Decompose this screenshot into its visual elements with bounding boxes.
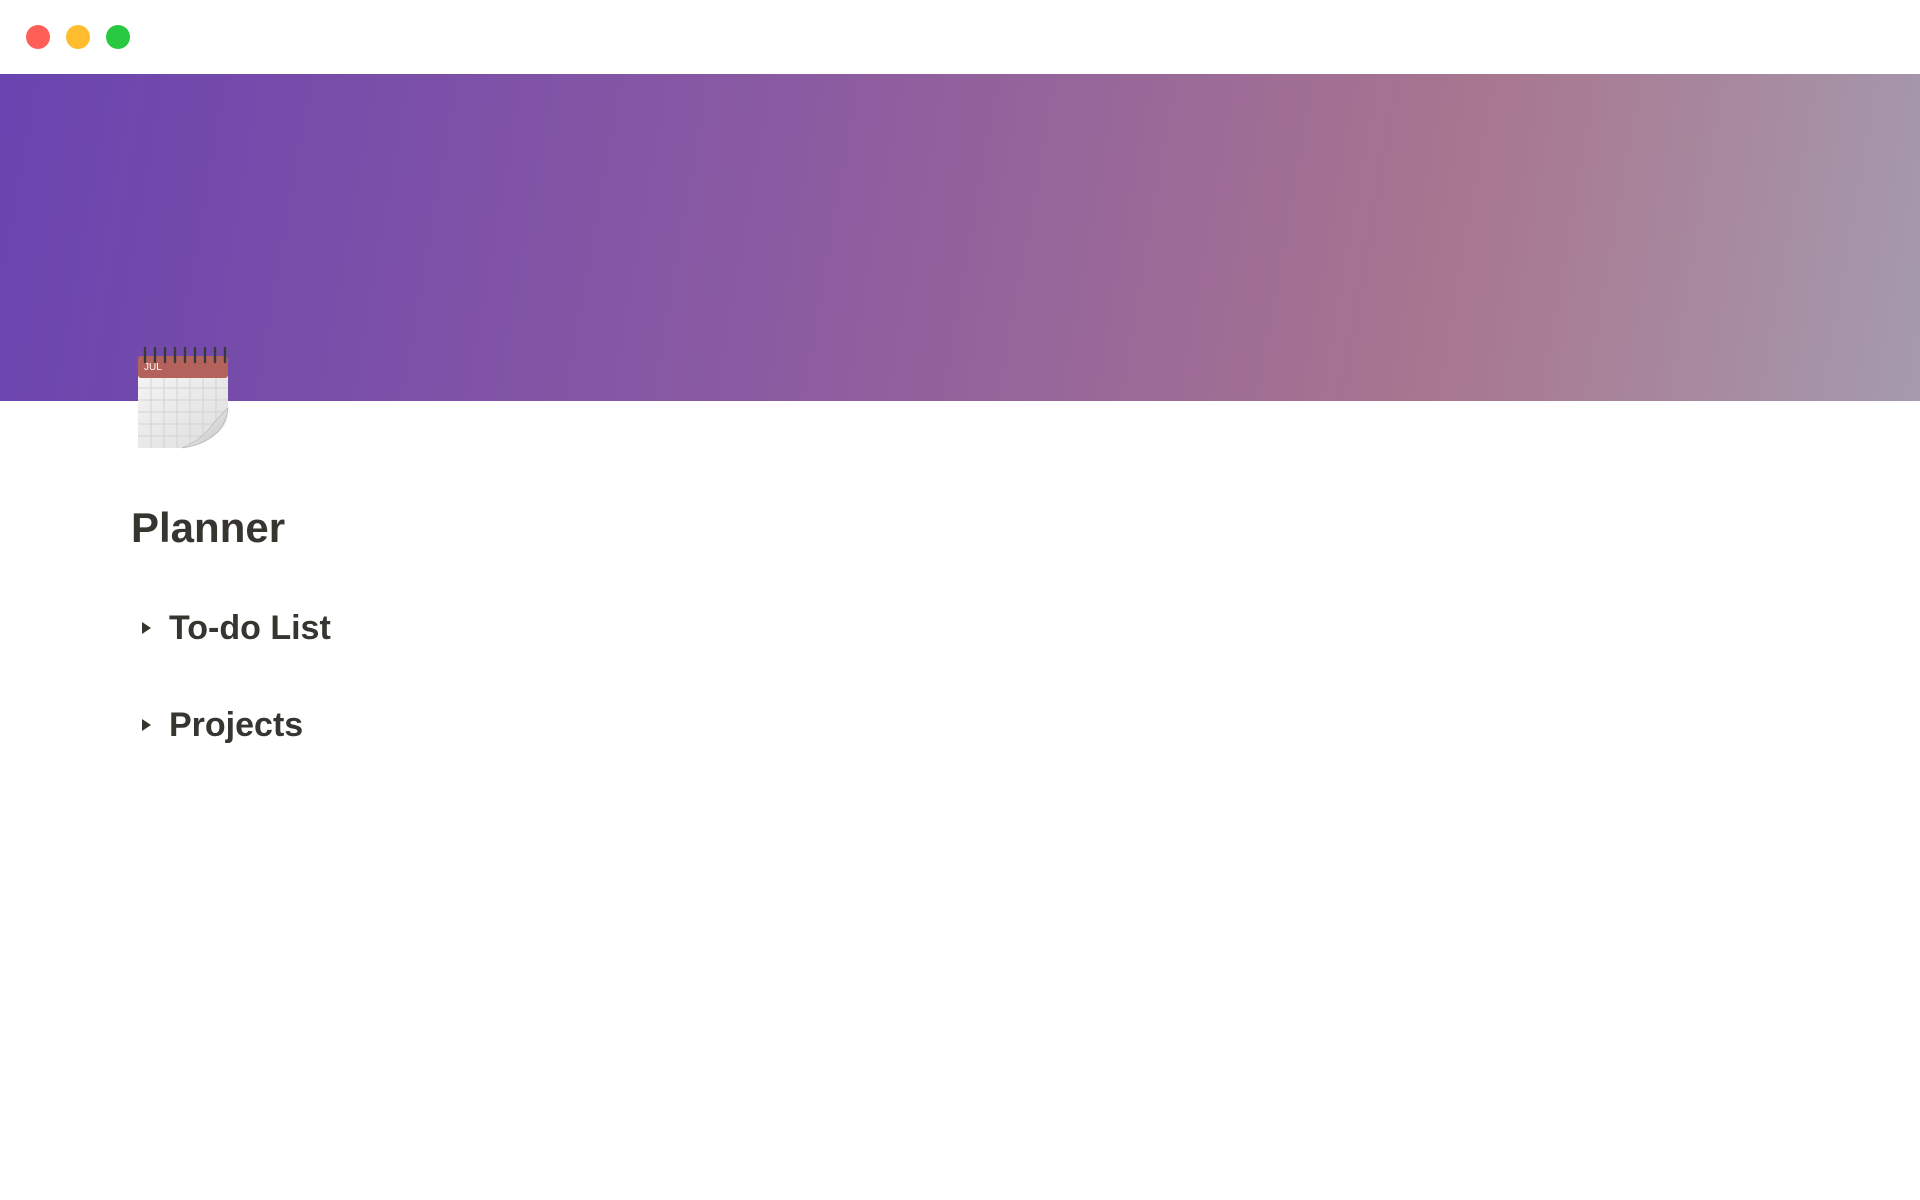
minimize-window-button[interactable] [66, 25, 90, 49]
calendar-month-label: JUL [144, 362, 162, 373]
page-title[interactable]: Planner [131, 501, 285, 555]
page-cover[interactable] [0, 74, 1920, 401]
toggle-arrow-right-icon[interactable] [133, 712, 159, 738]
zoom-window-button[interactable] [106, 25, 130, 49]
toggle-heading-label: To-do List [169, 609, 331, 647]
close-window-button[interactable] [26, 25, 50, 49]
toggle-arrow-right-icon[interactable] [133, 615, 159, 641]
toggle-heading-todo-list[interactable]: To-do List [131, 603, 331, 653]
spiral-calendar-icon[interactable]: JUL [136, 346, 232, 450]
app-window: JUL Planner To-do List Projects [0, 0, 1920, 1200]
toggle-heading-projects[interactable]: Projects [131, 700, 303, 750]
title-bar [0, 0, 1920, 74]
toggle-heading-label: Projects [169, 706, 304, 744]
